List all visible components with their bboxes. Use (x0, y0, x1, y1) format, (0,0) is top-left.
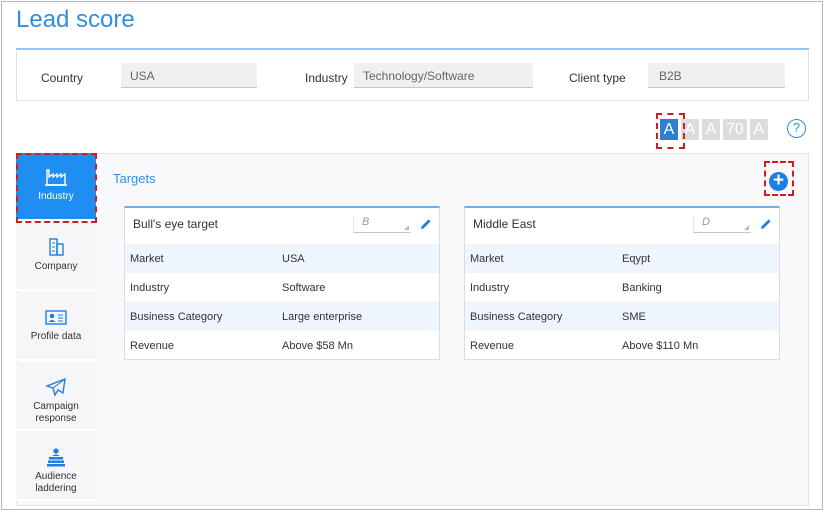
target-grade-value: B (362, 216, 370, 228)
table-row: Industry Software (125, 273, 439, 302)
nav-item-campaign-response[interactable]: Campaign response (16, 363, 96, 431)
page-title: Lead score (16, 6, 135, 33)
row-key: Market (130, 252, 164, 265)
table-row: Industry Banking (465, 273, 779, 302)
target-card-title: Middle East (473, 217, 536, 231)
table-row: Business Category SME (465, 302, 779, 331)
table-row: Business Category Large enterprise (125, 302, 439, 331)
row-value: Eqypt (622, 252, 651, 265)
dropdown-caret-icon (404, 225, 409, 230)
edit-pencil-icon[interactable] (759, 217, 773, 231)
target-card: Bull's eye target B Market USA Industry So… (124, 206, 440, 360)
row-value: Above $58 Mn (282, 339, 353, 352)
row-key: Business Category (130, 310, 223, 323)
row-value: Banking (622, 281, 662, 294)
nav-label-profile-data: Profile data (30, 331, 82, 342)
row-value: Above $110 Mn (622, 339, 699, 352)
row-key: Industry (130, 281, 170, 294)
grade-option-a[interactable]: A (749, 119, 768, 140)
row-key: Revenue (470, 339, 515, 352)
row-key: Industry (470, 281, 510, 294)
targets-heading: Targets (113, 171, 156, 186)
target-grade-select[interactable]: B (353, 216, 411, 233)
table-row: Market USA (125, 244, 439, 273)
row-value: USA (282, 252, 305, 265)
edit-pencil-icon[interactable] (419, 217, 433, 231)
industry-label: Industry (305, 71, 348, 85)
nav-item-audience-laddering[interactable]: Audience laddering (16, 433, 96, 501)
country-label: Country (41, 71, 84, 85)
target-attributes: Market Eqypt Industry Banking Business Cat… (465, 244, 779, 360)
client-type-field[interactable]: B2B (648, 63, 785, 88)
grade-option-a[interactable]: A (702, 119, 720, 140)
row-key: Market (470, 252, 504, 265)
nav-item-company[interactable]: Company (16, 223, 96, 291)
industry-field[interactable]: Technology/Software (354, 63, 533, 88)
table-row: Market Eqypt (465, 244, 779, 273)
target-card: Middle East D Market Eqypt Industry Bankin… (464, 206, 780, 360)
target-grade-select[interactable]: D (693, 216, 751, 233)
help-icon[interactable]: ? (787, 119, 806, 138)
dropdown-caret-icon (744, 225, 749, 230)
paper-plane-icon (44, 377, 66, 397)
target-grade-value: D (702, 216, 710, 228)
row-value: SME (622, 310, 646, 323)
row-key: Business Category (470, 310, 563, 323)
table-row: Revenue Above $58 Mn (125, 331, 439, 360)
title-divider (16, 48, 809, 50)
stacked-person-icon (47, 448, 65, 467)
filter-bar: Country USA Industry Technology/Software… (16, 51, 809, 101)
target-attributes: Market USA Industry Software Business Cate… (125, 244, 439, 360)
nav-label-response: response (35, 413, 77, 424)
grade-highlight-marker (656, 113, 685, 149)
grade-score-70[interactable]: 70 (723, 119, 747, 140)
building-icon (49, 238, 64, 256)
id-card-icon (45, 310, 67, 325)
add-highlight-marker (764, 161, 794, 196)
nav-label-laddering: laddering (35, 483, 77, 494)
nav-label-company: Company (34, 261, 78, 272)
nav-item-profile-data[interactable]: Profile data (16, 293, 96, 361)
country-field[interactable]: USA (121, 63, 257, 88)
row-value: Large enterprise (282, 310, 363, 323)
row-key: Revenue (130, 339, 175, 352)
client-type-label: Client type (569, 71, 626, 85)
row-value: Software (282, 281, 326, 294)
nav-label-campaign: Campaign (33, 401, 79, 412)
target-card-title: Bull's eye target (133, 217, 219, 231)
table-row: Revenue Above $110 Mn (465, 331, 779, 360)
nav-highlight-marker (16, 153, 97, 223)
nav-label-audience: Audience (35, 471, 77, 482)
